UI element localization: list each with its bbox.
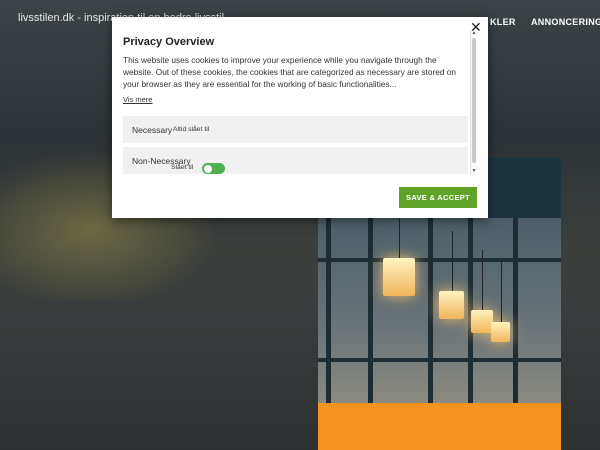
toggle-knob <box>204 164 212 173</box>
category-label: Necessary <box>132 125 173 135</box>
cookie-category-non-necessary[interactable]: Non-Necessary Slået til <box>123 147 468 174</box>
save-accept-button[interactable]: SAVE & ACCEPT <box>399 187 477 208</box>
modal-scrollbar[interactable]: ▲ ▼ <box>470 30 477 175</box>
scroll-down-arrow-icon[interactable]: ▼ <box>471 168 477 175</box>
privacy-modal: Privacy Overview This website uses cooki… <box>112 17 488 218</box>
non-necessary-toggle[interactable] <box>202 163 225 174</box>
toggle-label: Slået til <box>171 164 194 171</box>
modal-description: This website uses cookies to improve you… <box>123 55 456 89</box>
category-status: Altid slået til <box>173 126 210 133</box>
read-more-link[interactable]: Vis mere <box>123 95 152 104</box>
cookie-category-necessary[interactable]: Necessary Altid slået til <box>123 116 468 143</box>
scroll-thumb[interactable] <box>472 38 476 163</box>
modal-title: Privacy Overview <box>123 36 215 48</box>
close-icon[interactable]: ✕ <box>470 20 482 34</box>
